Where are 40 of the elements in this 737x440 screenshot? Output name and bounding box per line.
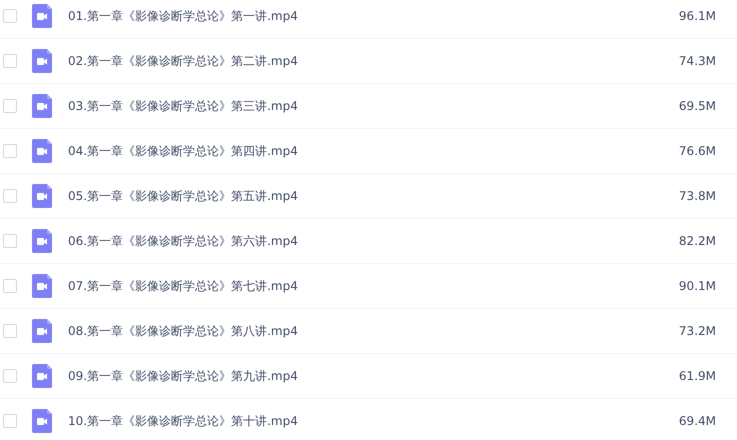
file-size: 74.3M [678, 54, 716, 68]
checkbox[interactable] [3, 414, 17, 428]
video-file-icon [32, 229, 52, 253]
file-name[interactable]: 05.第一章《影像诊断学总论》第五讲.mp4 [68, 188, 679, 204]
file-name[interactable]: 08.第一章《影像诊断学总论》第八讲.mp4 [68, 322, 679, 340]
checkbox[interactable] [3, 234, 17, 248]
file-name[interactable]: 06.第一章《影像诊断学总论》第六讲.mp4 [68, 232, 679, 250]
video-file-icon [32, 364, 52, 388]
file-name[interactable]: 04.第一章《影像诊断学总论》第四讲.mp4 [68, 142, 679, 160]
file-size: 73.8M [678, 189, 716, 203]
checkbox[interactable] [3, 144, 17, 158]
checkbox[interactable] [3, 279, 17, 293]
checkbox[interactable] [3, 369, 17, 383]
file-name[interactable]: 09.第一章《影像诊断学总论》第九讲.mp4 [68, 368, 679, 384]
file-size: 76.6M [678, 144, 716, 158]
file-name[interactable]: 01.第一章《影像诊断学总论》第一讲.mp4 [68, 8, 679, 24]
video-file-icon [32, 94, 52, 118]
video-file-icon [32, 409, 52, 433]
video-file-icon [32, 49, 52, 73]
file-size: 82.2M [678, 234, 716, 248]
file-name[interactable]: 02.第一章《影像诊断学总论》第二讲.mp4 [68, 52, 679, 70]
video-file-icon [32, 4, 52, 28]
video-file-icon [32, 319, 52, 343]
video-file-icon [32, 139, 52, 163]
file-size: 96.1M [678, 9, 716, 23]
file-name[interactable]: 07.第一章《影像诊断学总论》第七讲.mp4 [68, 278, 679, 294]
file-size: 90.1M [678, 279, 716, 293]
file-name[interactable]: 10.第一章《影像诊断学总论》第十讲.mp4 [68, 412, 679, 430]
checkbox[interactable] [3, 189, 17, 203]
file-size: 73.2M [678, 324, 716, 338]
file-size: 69.4M [678, 414, 716, 428]
file-size: 69.5M [678, 99, 716, 113]
checkbox[interactable] [3, 99, 17, 113]
file-size: 61.9M [678, 369, 716, 383]
file-name[interactable]: 03.第一章《影像诊断学总论》第三讲.mp4 [68, 98, 679, 114]
checkbox[interactable] [3, 54, 17, 68]
video-file-icon [32, 274, 52, 298]
checkbox[interactable] [3, 324, 17, 338]
checkbox[interactable] [3, 9, 17, 23]
video-file-icon [32, 184, 52, 208]
